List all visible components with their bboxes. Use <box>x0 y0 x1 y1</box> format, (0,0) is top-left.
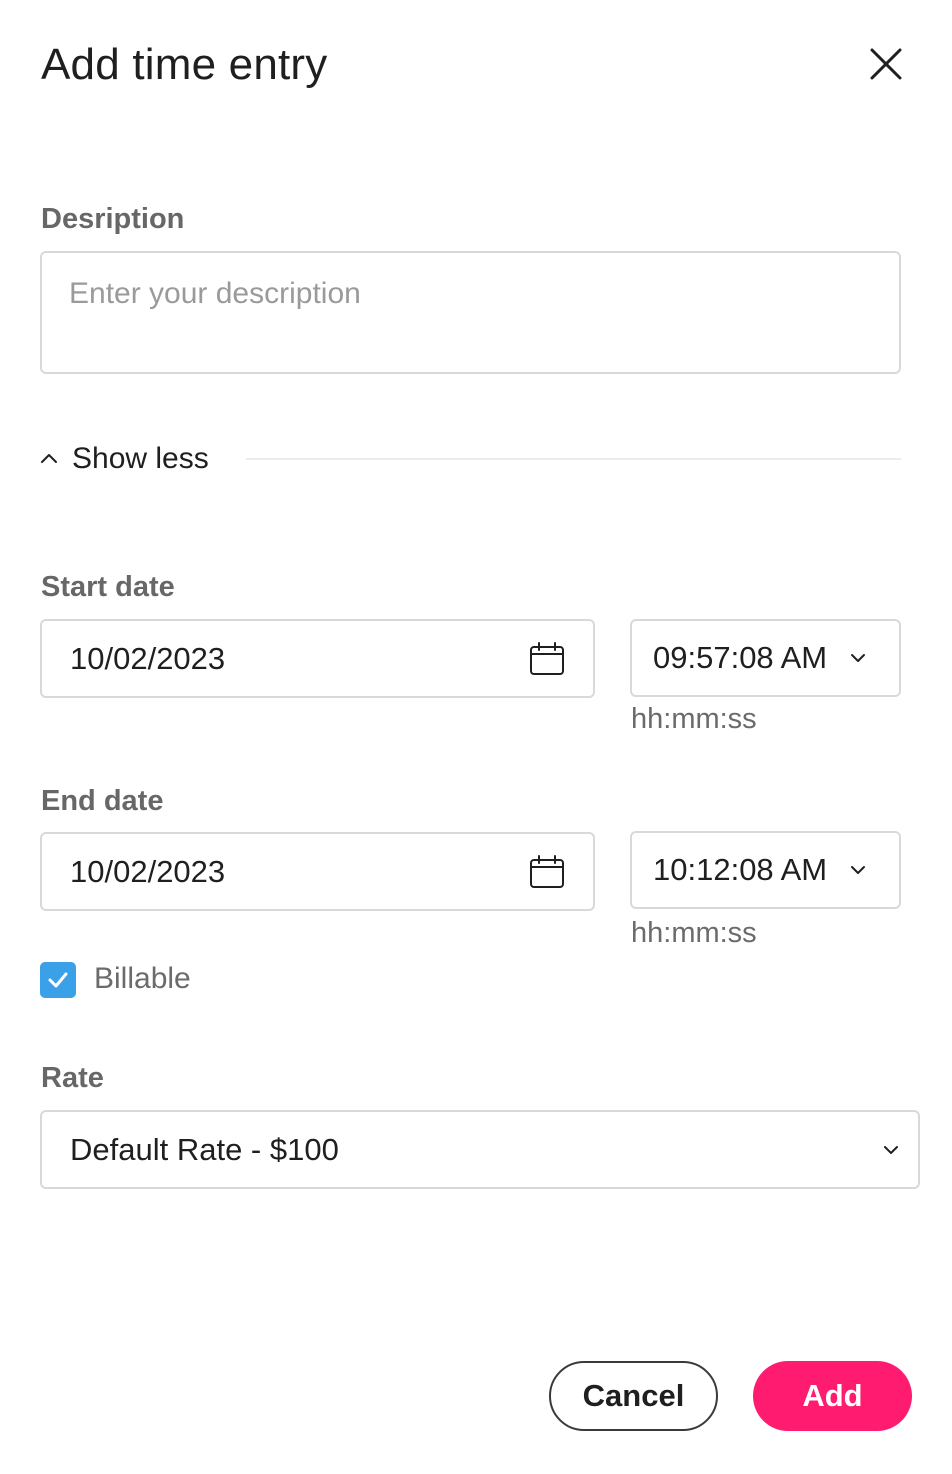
chevron-up-icon <box>41 454 57 463</box>
calendar-icon[interactable] <box>528 641 566 677</box>
end-time-value: 10:12:08 AM <box>653 852 828 887</box>
start-date-value: 10/02/2023 <box>70 640 226 676</box>
start-time-value: 09:57:08 AM <box>653 640 828 675</box>
start-time-format-hint: hh:mm:ss <box>631 703 757 735</box>
start-time-select[interactable]: 09:57:08 AM <box>630 619 901 697</box>
description-label: Desription <box>41 203 185 235</box>
billable-label: Billable <box>94 962 191 995</box>
cancel-button[interactable]: Cancel <box>549 1361 718 1431</box>
add-button[interactable]: Add <box>753 1361 912 1431</box>
end-date-value: 10/02/2023 <box>70 853 226 889</box>
show-less-label: Show less <box>72 442 209 475</box>
close-icon <box>870 48 902 80</box>
description-input[interactable] <box>40 251 901 374</box>
billable-checkbox[interactable] <box>40 962 76 998</box>
calendar-icon[interactable] <box>528 854 566 890</box>
chevron-down-icon <box>851 866 865 874</box>
dialog-title: Add time entry <box>41 40 328 89</box>
section-divider <box>246 458 901 460</box>
start-date-input[interactable]: 10/02/2023 <box>40 619 595 698</box>
rate-label: Rate <box>41 1062 104 1094</box>
show-less-toggle[interactable]: Show less <box>38 438 209 480</box>
rate-select[interactable]: Default Rate - $100 <box>40 1110 920 1189</box>
start-date-label: Start date <box>41 571 175 603</box>
close-button[interactable] <box>866 44 906 84</box>
rate-value: Default Rate - $100 <box>70 1131 339 1167</box>
end-date-input[interactable]: 10/02/2023 <box>40 832 595 911</box>
chevron-down-icon <box>884 1145 898 1154</box>
end-date-label: End date <box>41 785 164 817</box>
end-time-format-hint: hh:mm:ss <box>631 917 757 949</box>
chevron-down-icon <box>851 654 865 662</box>
end-time-select[interactable]: 10:12:08 AM <box>630 831 901 909</box>
add-time-entry-dialog: Add time entry Desription Show less Star… <box>0 0 952 1474</box>
checkmark-icon <box>48 972 68 988</box>
